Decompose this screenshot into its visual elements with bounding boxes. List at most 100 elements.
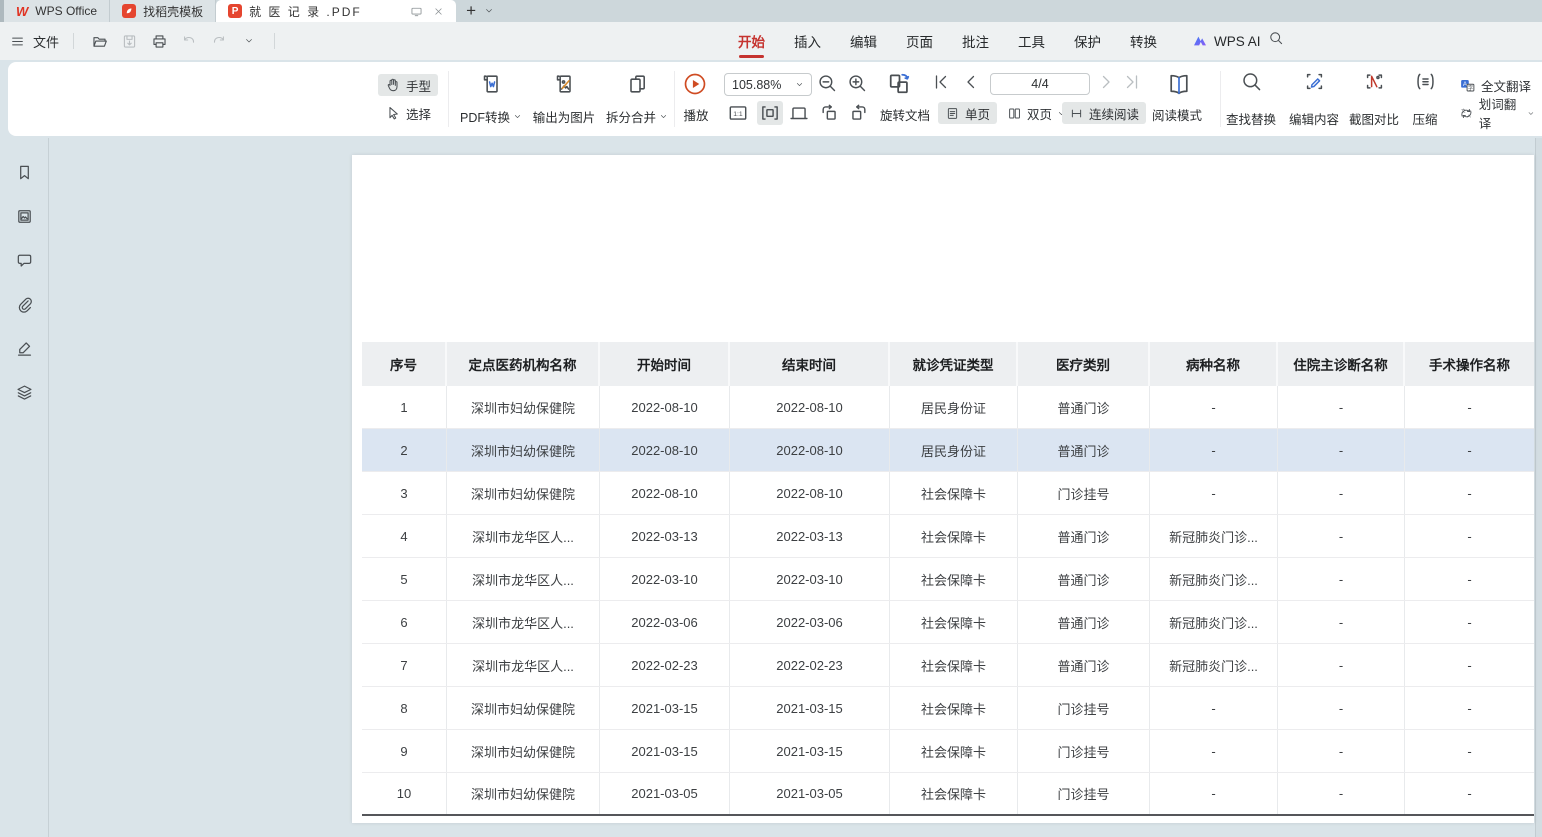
- attachment-icon[interactable]: [12, 292, 36, 316]
- zoom-level-select[interactable]: 105.88%: [724, 73, 812, 96]
- menu-tab-insert[interactable]: 插入: [794, 22, 821, 60]
- file-menu[interactable]: 文件: [33, 32, 59, 51]
- zoom-out-button[interactable]: [816, 72, 838, 94]
- table-row: 6深圳市龙华区人...2022-03-062022-03-06社会保障卡普通门诊…: [362, 601, 1534, 644]
- signature-pen-icon[interactable]: [12, 336, 36, 360]
- last-page-button[interactable]: [1122, 72, 1142, 92]
- table-cell: 10: [362, 773, 447, 814]
- split-merge-button[interactable]: 拆分合并: [604, 72, 670, 126]
- split-merge-icon: [625, 72, 649, 96]
- continuous-read-button[interactable]: 连续阅读: [1062, 102, 1146, 124]
- menu-tab-page[interactable]: 页面: [906, 22, 933, 60]
- first-page-button[interactable]: [931, 72, 951, 92]
- continuous-read-label: 连续阅读: [1089, 104, 1139, 123]
- play-button[interactable]: [682, 71, 708, 97]
- single-page-button[interactable]: 单页: [938, 102, 997, 124]
- edit-content-button[interactable]: 编辑内容: [1286, 70, 1342, 128]
- word-translate-button[interactable]: 文A 划词翻译: [1452, 102, 1542, 124]
- table-cell: 社会保障卡: [890, 687, 1018, 729]
- read-mode-icon[interactable]: [1166, 71, 1192, 97]
- zoom-in-button[interactable]: [846, 72, 868, 94]
- tab-document-pdf[interactable]: P 就 医 记 录 .PDF: [216, 0, 456, 22]
- table-cell: -: [1405, 386, 1534, 428]
- thumbnail-icon[interactable]: [12, 204, 36, 228]
- table-cell: 新冠肺炎门诊...: [1150, 558, 1278, 600]
- menu-tab-annotate[interactable]: 批注: [962, 22, 989, 60]
- table-cell: -: [1278, 472, 1405, 514]
- word-translate-icon: 文A: [1459, 105, 1474, 122]
- rotate-left-button[interactable]: [818, 102, 840, 124]
- vertical-scrollbar[interactable]: [1535, 138, 1542, 837]
- table-cell: -: [1405, 601, 1534, 643]
- read-mode-label[interactable]: 阅读模式: [1144, 105, 1210, 124]
- tab-template-store[interactable]: 找稻壳模板: [110, 0, 216, 22]
- next-page-button[interactable]: [1096, 72, 1116, 92]
- tab-list-chevron-icon[interactable]: [484, 6, 494, 16]
- fit-width-button[interactable]: [757, 101, 783, 125]
- select-tool-button[interactable]: 选择: [378, 102, 438, 124]
- compress-button[interactable]: 压缩: [1406, 70, 1444, 128]
- fit-page-button[interactable]: [788, 102, 810, 124]
- table-cell: 居民身份证: [890, 386, 1018, 428]
- table-row: 8深圳市妇幼保健院2021-03-152021-03-15社会保障卡门诊挂号--…: [362, 687, 1534, 730]
- window-tab-bar: W WPS Office 找稻壳模板 P 就 医 记 录 .PDF +: [0, 0, 1542, 22]
- redo-icon[interactable]: [208, 30, 230, 52]
- table-cell: 2: [362, 429, 447, 471]
- table-cell: 2022-08-10: [600, 472, 730, 514]
- hand-tool-label: 手型: [406, 76, 431, 95]
- tab-wps-office[interactable]: W WPS Office: [4, 0, 110, 22]
- table-cell: -: [1405, 687, 1534, 729]
- table-cell: 新冠肺炎门诊...: [1150, 601, 1278, 643]
- wps-ai-button[interactable]: WPS AI: [1192, 22, 1261, 60]
- table-cell: 2022-03-13: [730, 515, 890, 557]
- bookmark-icon[interactable]: [12, 160, 36, 184]
- open-file-icon[interactable]: [88, 30, 110, 52]
- menu-tab-tools[interactable]: 工具: [1018, 22, 1045, 60]
- wps-ai-label: WPS AI: [1214, 34, 1261, 49]
- hand-tool-button[interactable]: 手型: [378, 74, 438, 96]
- swap-pages-icon[interactable]: [886, 70, 913, 97]
- new-tab-button[interactable]: +: [466, 1, 476, 21]
- screenshot-compare-label: 截图对比: [1349, 109, 1399, 128]
- find-replace-button[interactable]: 查找替换: [1222, 70, 1280, 128]
- edit-content-icon: [1303, 70, 1326, 93]
- layers-icon[interactable]: [12, 380, 36, 404]
- quick-access-chevron-icon[interactable]: [238, 30, 260, 52]
- table-cell: 社会保障卡: [890, 515, 1018, 557]
- save-icon[interactable]: [118, 30, 140, 52]
- table-cell: 2021-03-05: [600, 773, 730, 814]
- monitor-icon[interactable]: [410, 5, 423, 18]
- page-number-input[interactable]: [990, 73, 1090, 95]
- prev-page-button[interactable]: [961, 72, 981, 92]
- close-tab-icon[interactable]: [433, 6, 444, 17]
- print-icon[interactable]: [148, 30, 170, 52]
- comment-icon[interactable]: [12, 248, 36, 272]
- table-row: 4深圳市龙华区人...2022-03-132022-03-13社会保障卡普通门诊…: [362, 515, 1534, 558]
- menu-tab-edit[interactable]: 编辑: [850, 22, 877, 60]
- undo-icon[interactable]: [178, 30, 200, 52]
- menu-tab-convert[interactable]: 转换: [1130, 22, 1157, 60]
- export-image-button[interactable]: 输出为图片: [528, 72, 600, 126]
- full-translate-button[interactable]: A字 全文翻译: [1452, 74, 1538, 96]
- table-row: 5深圳市龙华区人...2022-03-102022-03-10社会保障卡普通门诊…: [362, 558, 1534, 601]
- table-cell: 社会保障卡: [890, 773, 1018, 814]
- screenshot-compare-button[interactable]: 截图对比: [1346, 70, 1402, 128]
- menu-tab-protect[interactable]: 保护: [1074, 22, 1101, 60]
- table-cell: -: [1405, 730, 1534, 772]
- menu-search-icon[interactable]: [1268, 30, 1284, 46]
- chevron-down-icon: [1527, 109, 1535, 118]
- rotate-doc-label[interactable]: 旋转文档: [880, 105, 930, 124]
- table-cell: -: [1405, 429, 1534, 471]
- tab-label: 找稻壳模板: [143, 3, 203, 20]
- table-cell: 深圳市妇幼保健院: [447, 773, 600, 814]
- actual-size-button[interactable]: 1:1: [727, 102, 749, 124]
- menu-tab-home[interactable]: 开始: [738, 22, 765, 60]
- table-cell: 2022-08-10: [730, 472, 890, 514]
- rotate-right-button[interactable]: [848, 102, 870, 124]
- continuous-read-icon: [1069, 106, 1084, 121]
- hamburger-icon[interactable]: [10, 34, 25, 49]
- table-cell: 2022-03-06: [600, 601, 730, 643]
- pdf-convert-button[interactable]: PDF转换: [458, 72, 524, 126]
- table-cell: 社会保障卡: [890, 644, 1018, 686]
- wps-logo-icon: W: [16, 5, 28, 18]
